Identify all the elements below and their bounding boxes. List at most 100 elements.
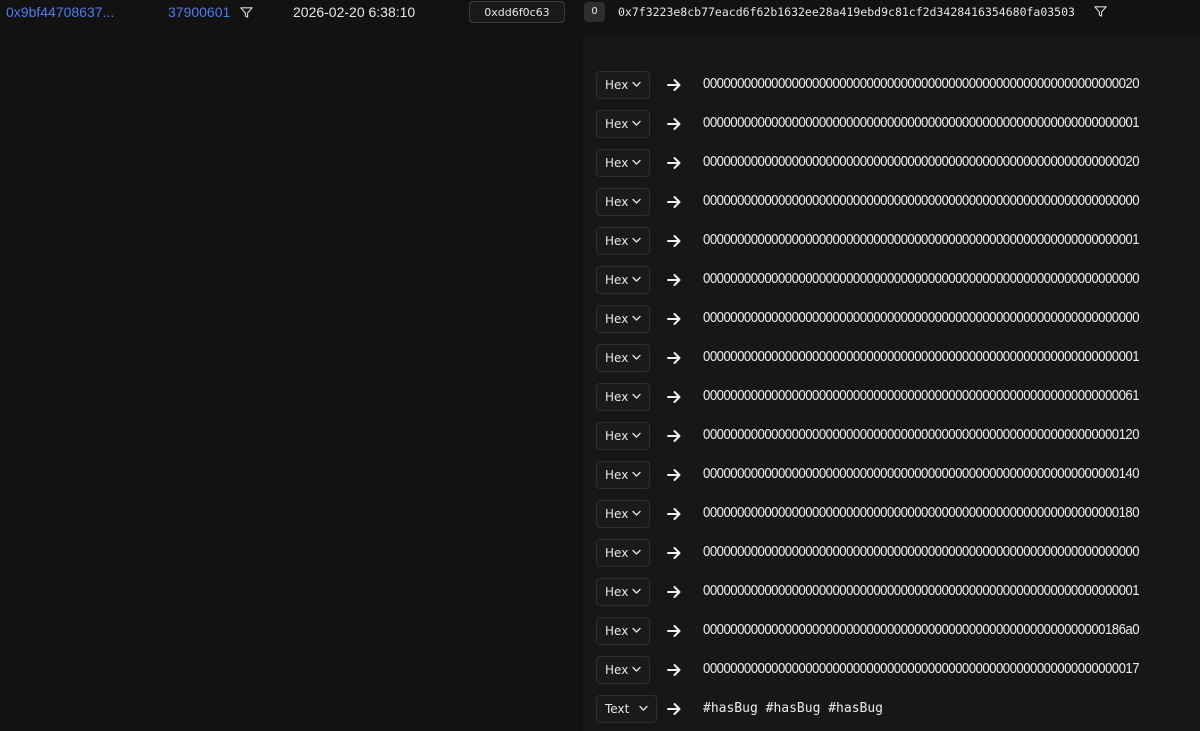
decoded-row: Hex 0000000000000000000000000000000000000… bbox=[596, 461, 1196, 491]
format-select[interactable]: Hex bbox=[596, 617, 650, 645]
decoded-value: 0000000000000000000000000000000000000000… bbox=[703, 621, 1140, 638]
format-select-label: Hex bbox=[605, 429, 629, 443]
chevron-down-icon bbox=[632, 159, 641, 165]
decoded-row: Hex 0000000000000000000000000000000000000… bbox=[596, 110, 1196, 140]
format-select[interactable]: Hex bbox=[596, 227, 650, 255]
arrow-right-icon bbox=[667, 157, 681, 169]
decoded-row: Text #hasBug #hasBug #hasBug bbox=[596, 695, 1196, 725]
format-select-label: Hex bbox=[605, 312, 629, 326]
chevron-down-icon bbox=[632, 510, 641, 516]
decoded-value: 0000000000000000000000000000000000000000… bbox=[703, 270, 1140, 287]
format-select[interactable]: Hex bbox=[596, 383, 650, 411]
topic-hash: 0x7f3223e8cb77eacd6f62b1632ee28a419ebd9c… bbox=[618, 5, 1075, 19]
decoded-value: 0000000000000000000000000000000000000000… bbox=[703, 582, 1140, 599]
format-select[interactable]: Hex bbox=[596, 71, 650, 99]
chevron-down-icon bbox=[632, 354, 641, 360]
filter-icon[interactable] bbox=[1094, 6, 1107, 17]
decoded-row: Hex 0000000000000000000000000000000000000… bbox=[596, 383, 1196, 413]
arrow-right-icon bbox=[667, 391, 681, 403]
arrow-right-icon bbox=[667, 547, 681, 559]
decoded-value: 0000000000000000000000000000000000000000… bbox=[703, 465, 1140, 482]
arrow-right-icon bbox=[667, 352, 681, 364]
decoded-value: 0000000000000000000000000000000000000000… bbox=[703, 504, 1140, 521]
chevron-down-icon bbox=[632, 549, 641, 555]
decoded-value: 0000000000000000000000000000000000000000… bbox=[703, 192, 1140, 209]
decoded-data-panel: Hex 0000000000000000000000000000000000000… bbox=[583, 36, 1200, 731]
decoded-row: Hex 0000000000000000000000000000000000000… bbox=[596, 188, 1196, 218]
format-select[interactable]: Hex bbox=[596, 149, 650, 177]
decoded-row: Hex 0000000000000000000000000000000000000… bbox=[596, 149, 1196, 179]
format-select-label: Hex bbox=[605, 156, 629, 170]
format-select-label: Hex bbox=[605, 195, 629, 209]
chevron-down-icon bbox=[632, 471, 641, 477]
tx-hash-link[interactable]: 0x9bf44708637... bbox=[6, 4, 114, 20]
method-badge: 0xdd6f0c63 bbox=[469, 1, 565, 23]
format-select[interactable]: Hex bbox=[596, 422, 650, 450]
decoded-value: 0000000000000000000000000000000000000000… bbox=[703, 309, 1140, 326]
format-select[interactable]: Hex bbox=[596, 539, 650, 567]
timestamp: 2026-02-20 6:38:10 bbox=[293, 4, 416, 20]
decoded-value: 0000000000000000000000000000000000000000… bbox=[703, 153, 1140, 170]
arrow-right-icon bbox=[667, 196, 681, 208]
format-select-label: Hex bbox=[605, 351, 629, 365]
decoded-value: #hasBug #hasBug #hasBug bbox=[703, 701, 884, 716]
format-select[interactable]: Hex bbox=[596, 305, 650, 333]
format-select[interactable]: Hex bbox=[596, 578, 650, 606]
arrow-right-icon bbox=[667, 625, 681, 637]
chevron-down-icon bbox=[632, 393, 641, 399]
decoded-row: Hex 0000000000000000000000000000000000000… bbox=[596, 305, 1196, 335]
arrow-right-icon bbox=[667, 235, 681, 247]
chevron-down-icon bbox=[632, 432, 641, 438]
chevron-down-icon bbox=[632, 666, 641, 672]
log-viewer-page: 0x9bf44708637... 37900601 2026-02-20 6:3… bbox=[0, 0, 1200, 731]
format-select[interactable]: Hex bbox=[596, 188, 650, 216]
arrow-right-icon bbox=[667, 664, 681, 676]
decoded-row: Hex 0000000000000000000000000000000000000… bbox=[596, 266, 1196, 296]
format-select[interactable]: Hex bbox=[596, 461, 650, 489]
decoded-value: 0000000000000000000000000000000000000000… bbox=[703, 114, 1140, 131]
format-select[interactable]: Text bbox=[596, 695, 657, 723]
decoded-row: Hex 0000000000000000000000000000000000000… bbox=[596, 227, 1196, 257]
chevron-down-icon bbox=[632, 237, 641, 243]
format-select-label: Hex bbox=[605, 585, 629, 599]
arrow-right-icon bbox=[667, 274, 681, 286]
decoded-value: 0000000000000000000000000000000000000000… bbox=[703, 660, 1140, 677]
format-select[interactable]: Hex bbox=[596, 110, 650, 138]
decoded-value: 0000000000000000000000000000000000000000… bbox=[703, 387, 1140, 404]
format-select-label: Hex bbox=[605, 390, 629, 404]
arrow-right-icon bbox=[667, 469, 681, 481]
decoded-row: Hex 0000000000000000000000000000000000000… bbox=[596, 344, 1196, 374]
decoded-row: Hex 0000000000000000000000000000000000000… bbox=[596, 500, 1196, 530]
arrow-right-icon bbox=[667, 79, 681, 91]
format-select-label: Hex bbox=[605, 546, 629, 560]
format-select-label: Hex bbox=[605, 663, 629, 677]
filter-icon[interactable] bbox=[240, 7, 253, 18]
arrow-right-icon bbox=[667, 703, 681, 715]
format-select-label: Hex bbox=[605, 273, 629, 287]
arrow-right-icon bbox=[667, 313, 681, 325]
decoded-value: 0000000000000000000000000000000000000000… bbox=[703, 75, 1140, 92]
format-select[interactable]: Hex bbox=[596, 344, 650, 372]
block-number-link[interactable]: 37900601 bbox=[168, 4, 230, 20]
arrow-right-icon bbox=[667, 508, 681, 520]
chevron-down-icon bbox=[632, 588, 641, 594]
chevron-down-icon bbox=[632, 315, 641, 321]
decoded-row: Hex 0000000000000000000000000000000000000… bbox=[596, 578, 1196, 608]
decoded-row: Hex 0000000000000000000000000000000000000… bbox=[596, 617, 1196, 647]
format-select[interactable]: Hex bbox=[596, 500, 650, 528]
decoded-value: 0000000000000000000000000000000000000000… bbox=[703, 231, 1140, 248]
decoded-row: Hex 0000000000000000000000000000000000000… bbox=[596, 539, 1196, 569]
format-select[interactable]: Hex bbox=[596, 656, 650, 684]
arrow-right-icon bbox=[667, 430, 681, 442]
chevron-down-icon bbox=[632, 276, 641, 282]
format-select[interactable]: Hex bbox=[596, 266, 650, 294]
chevron-down-icon bbox=[632, 627, 641, 633]
format-select-label: Hex bbox=[605, 507, 629, 521]
log-summary-row: 0x9bf44708637... 37900601 2026-02-20 6:3… bbox=[0, 0, 1200, 26]
chevron-down-icon bbox=[632, 198, 641, 204]
decoded-value: 0000000000000000000000000000000000000000… bbox=[703, 426, 1140, 443]
format-select-label: Hex bbox=[605, 78, 629, 92]
format-select-label: Hex bbox=[605, 117, 629, 131]
format-select-label: Hex bbox=[605, 624, 629, 638]
log-index-badge: 0 bbox=[584, 2, 605, 22]
